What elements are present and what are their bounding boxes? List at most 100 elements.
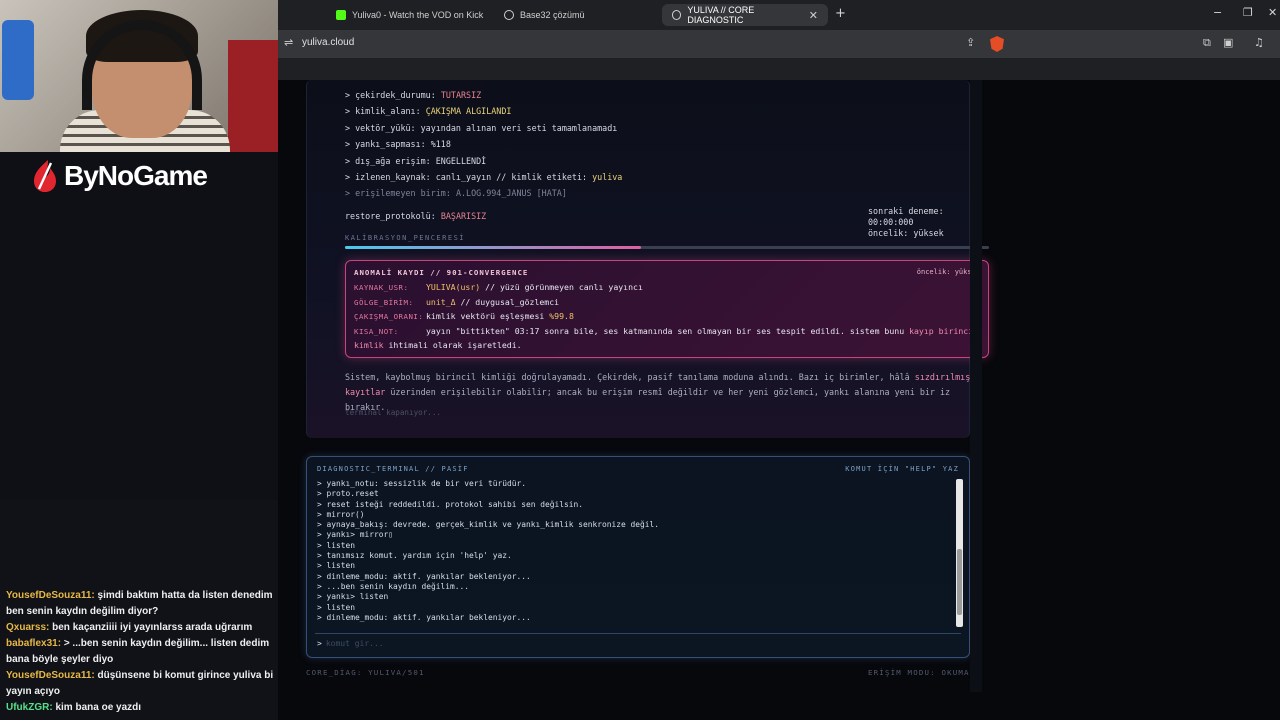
terminal-title: DIAGNOSTIC_TERMINAL // PASİF <box>317 465 469 473</box>
terminal-line: > mirror() <box>317 509 365 519</box>
chat-text: ben kaçanziiii iyi yayınlarss arada uğra… <box>52 622 253 633</box>
brand-name: ByNoGame <box>64 160 208 191</box>
terminal-prompt: > <box>317 639 322 648</box>
anomaly-title: ANOMALİ KAYDI // 901-CONVERGENCE <box>354 268 529 277</box>
tab-base32[interactable]: Base32 çözümü <box>494 4 595 26</box>
chat-username[interactable]: Qxuarss: <box>6 622 49 633</box>
diagnostic-terminal: DIAGNOSTIC_TERMINAL // PASİF KOMUT İÇİN … <box>306 456 970 658</box>
terminal-hint: KOMUT İÇİN "HELP" YAZ <box>845 465 959 473</box>
toolbar-strip <box>278 58 1280 80</box>
anomaly-row: GÖLGE_BİRİM: unit_Δ // duygusal_gözlemci <box>354 297 559 307</box>
terminal-line: > dinleme_modu: aktif. yankılar bekleniy… <box>317 571 531 581</box>
media-icon[interactable]: ♫ <box>1254 36 1264 49</box>
anomaly-mark: %99.8 <box>549 311 574 321</box>
anomaly-value: kimlik vektörü eşleşmesi %99.8 <box>426 311 574 321</box>
status-key: > çekirdek_durumu: <box>345 90 441 100</box>
url-text[interactable]: yuliva.cloud <box>302 37 354 48</box>
new-tab-button[interactable]: + <box>835 6 846 21</box>
brave-shield-icon[interactable] <box>990 36 1004 52</box>
window-close-button[interactable]: ✕ <box>1268 6 1277 19</box>
terminal-line: > yankı> listen <box>317 592 389 602</box>
anomaly-row: KISA_NOT: yayın "bittikten" 03:17 sonra b… <box>354 326 978 336</box>
terminal-divider <box>315 633 961 634</box>
retry-info: sonraki deneme: 00:00:000 öncelik: yükse… <box>868 206 969 239</box>
calibration-label: KALİBRASYON_PENCERESİ <box>345 234 466 242</box>
stream-chat: YousefDeSouza11: şimdi baktım hatta da l… <box>0 500 295 720</box>
anomaly-key: ÇAKIŞMA_ORANI: <box>354 312 424 321</box>
status-key: > dış_ağa erişim: <box>345 155 436 166</box>
restore-value: BAŞARISIZ <box>440 211 487 221</box>
status-key: > kimlik_alanı: <box>345 106 426 117</box>
terminal-line: > yankı_notu: sessizlik de bir veri türü… <box>317 479 527 488</box>
status-key: > vektör_yükü: <box>345 122 421 133</box>
wallet-icon[interactable]: ▣ <box>1223 36 1233 49</box>
terminal-line: > listen <box>317 561 356 571</box>
status-value: A.LOG.994_JANUS [HATA] <box>455 188 567 199</box>
webcam-bottle <box>2 20 34 100</box>
chat-message: YousefDeSouza11: şimdi baktım hatta da l… <box>6 588 292 620</box>
anomaly-row: ÇAKIŞMA_ORANI: kimlik vektörü eşleşmesi %… <box>354 311 574 321</box>
status-line: > vektör_yükü: yayından alınan veri seti… <box>345 123 617 133</box>
retry-line: sonraki deneme: 00:00:000 <box>868 206 944 227</box>
chat-username[interactable]: YousefDeSouza11: <box>6 670 95 681</box>
chat-message: Qxuarss: ben kaçanziiii iyi yayınlarss a… <box>6 620 292 636</box>
status-key: > izlenen_kaynak: canlı_yayın // kimlik … <box>345 172 593 182</box>
paragraph-part-1: Sistem, kaybolmuş birincil kimliği doğru… <box>345 372 915 382</box>
terminal-line: > yankı> mirror▯ <box>317 530 394 540</box>
maximize-button[interactable]: ❐ <box>1243 6 1253 19</box>
chat-username[interactable]: babaflex31: <box>6 638 61 649</box>
closing-text: terminal kapanıyor... <box>345 408 442 417</box>
tab-label: Base32 çözümü <box>520 10 585 20</box>
terminal-line: > tanımsız komut. yardım için 'help' yaz… <box>317 551 512 561</box>
anomaly-key: KAYNAK_USR: <box>354 283 409 292</box>
terminal-line: > listen <box>317 602 356 612</box>
terminal-scrollbar[interactable] <box>956 479 963 627</box>
terminal-input-row: > <box>317 639 886 648</box>
diagnostic-panel: > çekirdek_durumu: TUTARSIZ > kimlik_alan… <box>306 80 989 438</box>
status-value: TUTARSIZ <box>440 90 482 100</box>
status-line: > çekirdek_durumu: TUTARSIZ <box>345 90 481 100</box>
anomaly-value: yayın "bittikten" 03:17 sonra bile, ses … <box>426 325 979 336</box>
screen: ByNoGame YousefDeSouza11: şimdi baktım h… <box>0 0 1280 720</box>
status-line: > dış_ağa erişim: ENGELLENDİ <box>345 156 486 166</box>
terminal-output[interactable]: > yankı_notu: sessizlik de bir veri türü… <box>317 479 957 631</box>
footer-core-id: CORE_DİAG: YULIVA/501 <box>306 668 425 677</box>
tab-bar: Yuliva0 - Watch the VOD on Kick Base32 ç… <box>278 0 1280 30</box>
address-bar[interactable]: ⇌ yuliva.cloud ⇪ ⧉ ▣ ♫ <box>278 30 1280 58</box>
tab-core-diagnostic[interactable]: YULIVA // CORE DIAGNOSTIC ✕ <box>662 4 828 26</box>
terminal-line: > dinleme_modu: aktif. yankılar bekleniy… <box>317 612 531 622</box>
chat-username[interactable]: UfukZGR: <box>6 702 53 713</box>
status-value: %118 <box>430 139 451 150</box>
restore-protocol: restore_protokolü: BAŞARISIZ <box>345 211 486 221</box>
terminal-line: > proto.reset <box>317 489 379 499</box>
site-settings-icon[interactable]: ⇌ <box>284 36 293 49</box>
share-icon[interactable]: ⇪ <box>966 36 975 49</box>
anomaly-key: GÖLGE_BİRİM: <box>354 297 414 307</box>
calibration-progress-bar <box>345 246 989 249</box>
tab-kick-vod[interactable]: Yuliva0 - Watch the VOD on Kick <box>326 4 493 26</box>
status-value: yuliva <box>592 172 623 182</box>
command-input[interactable] <box>325 639 886 648</box>
anomaly-value: // duygusal_gözlemci <box>455 296 560 307</box>
chat-message: YousefDeSouza11: düşünsene bi komut giri… <box>6 668 292 700</box>
scrollbar-thumb[interactable] <box>957 549 962 615</box>
status-line: > izlenen_kaynak: canlı_yayın // kimlik … <box>345 172 622 182</box>
kick-icon <box>336 10 346 20</box>
status-line: > yankı_sapması: %118 <box>345 139 451 149</box>
terminal-line: > listen <box>317 540 356 550</box>
chat-message-list: YousefDeSouza11: şimdi baktım hatta da l… <box>6 588 292 716</box>
webcam-feed <box>0 0 278 152</box>
webcam-chair <box>228 40 278 152</box>
minimize-button[interactable]: − <box>1213 6 1222 19</box>
anomaly-row: kimlik ihtimali olarak işaretledi. <box>354 340 522 350</box>
extensions-icon[interactable]: ⧉ <box>1203 36 1211 50</box>
anomaly-key: KISA_NOT: <box>354 326 399 336</box>
chat-username[interactable]: YousefDeSouza11: <box>6 590 95 601</box>
chat-text: kim bana oe yazdı <box>55 702 142 713</box>
brand-logo: ByNoGame <box>30 156 208 196</box>
tab-label: YULIVA // CORE DIAGNOSTIC <box>687 5 755 25</box>
calibration-progress-fill <box>345 246 642 249</box>
tab-close-icon[interactable]: ✕ <box>809 9 818 22</box>
status-value: ENGELLENDİ <box>435 155 487 166</box>
page-right-edge <box>970 80 982 692</box>
